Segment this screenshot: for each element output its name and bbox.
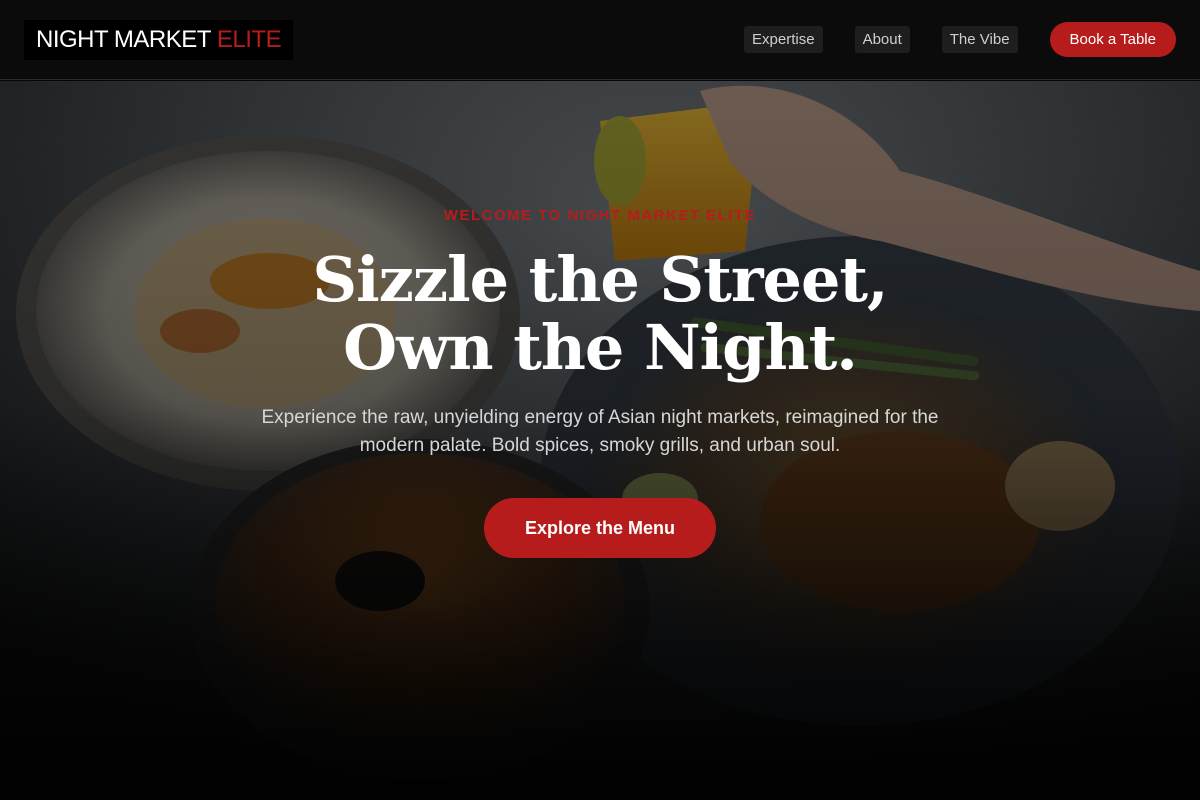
nav-link-expertise[interactable]: Expertise bbox=[744, 26, 823, 53]
nav-link-the-vibe[interactable]: The Vibe bbox=[941, 26, 1018, 53]
hero-content: WELCOME TO NIGHT MARKET ELITE Sizzle the… bbox=[0, 81, 1200, 800]
book-table-button[interactable]: Book a Table bbox=[1049, 22, 1176, 57]
brand-name-primary: NIGHT MARKET bbox=[36, 25, 211, 53]
brand-logo[interactable]: NIGHT MARKET ELITE bbox=[24, 19, 294, 60]
site-header: NIGHT MARKET ELITE Expertise About The V… bbox=[0, 0, 1200, 80]
hero-headline-line2: Own the Night. bbox=[343, 311, 858, 384]
hero-subtext: Experience the raw, unyielding energy of… bbox=[261, 407, 939, 456]
hero-eyebrow: WELCOME TO NIGHT MARKET ELITE bbox=[443, 207, 757, 224]
hero-headline-line1: Sizzle the Street, bbox=[312, 243, 888, 316]
explore-menu-button[interactable]: Explore the Menu bbox=[484, 498, 716, 558]
main-nav: Expertise About The Vibe Book a Table bbox=[744, 22, 1176, 57]
nav-link-about[interactable]: About bbox=[854, 26, 910, 53]
hero-headline: Sizzle the Street, Own the Night. bbox=[312, 243, 888, 384]
brand-name-accent: ELITE bbox=[216, 25, 282, 53]
